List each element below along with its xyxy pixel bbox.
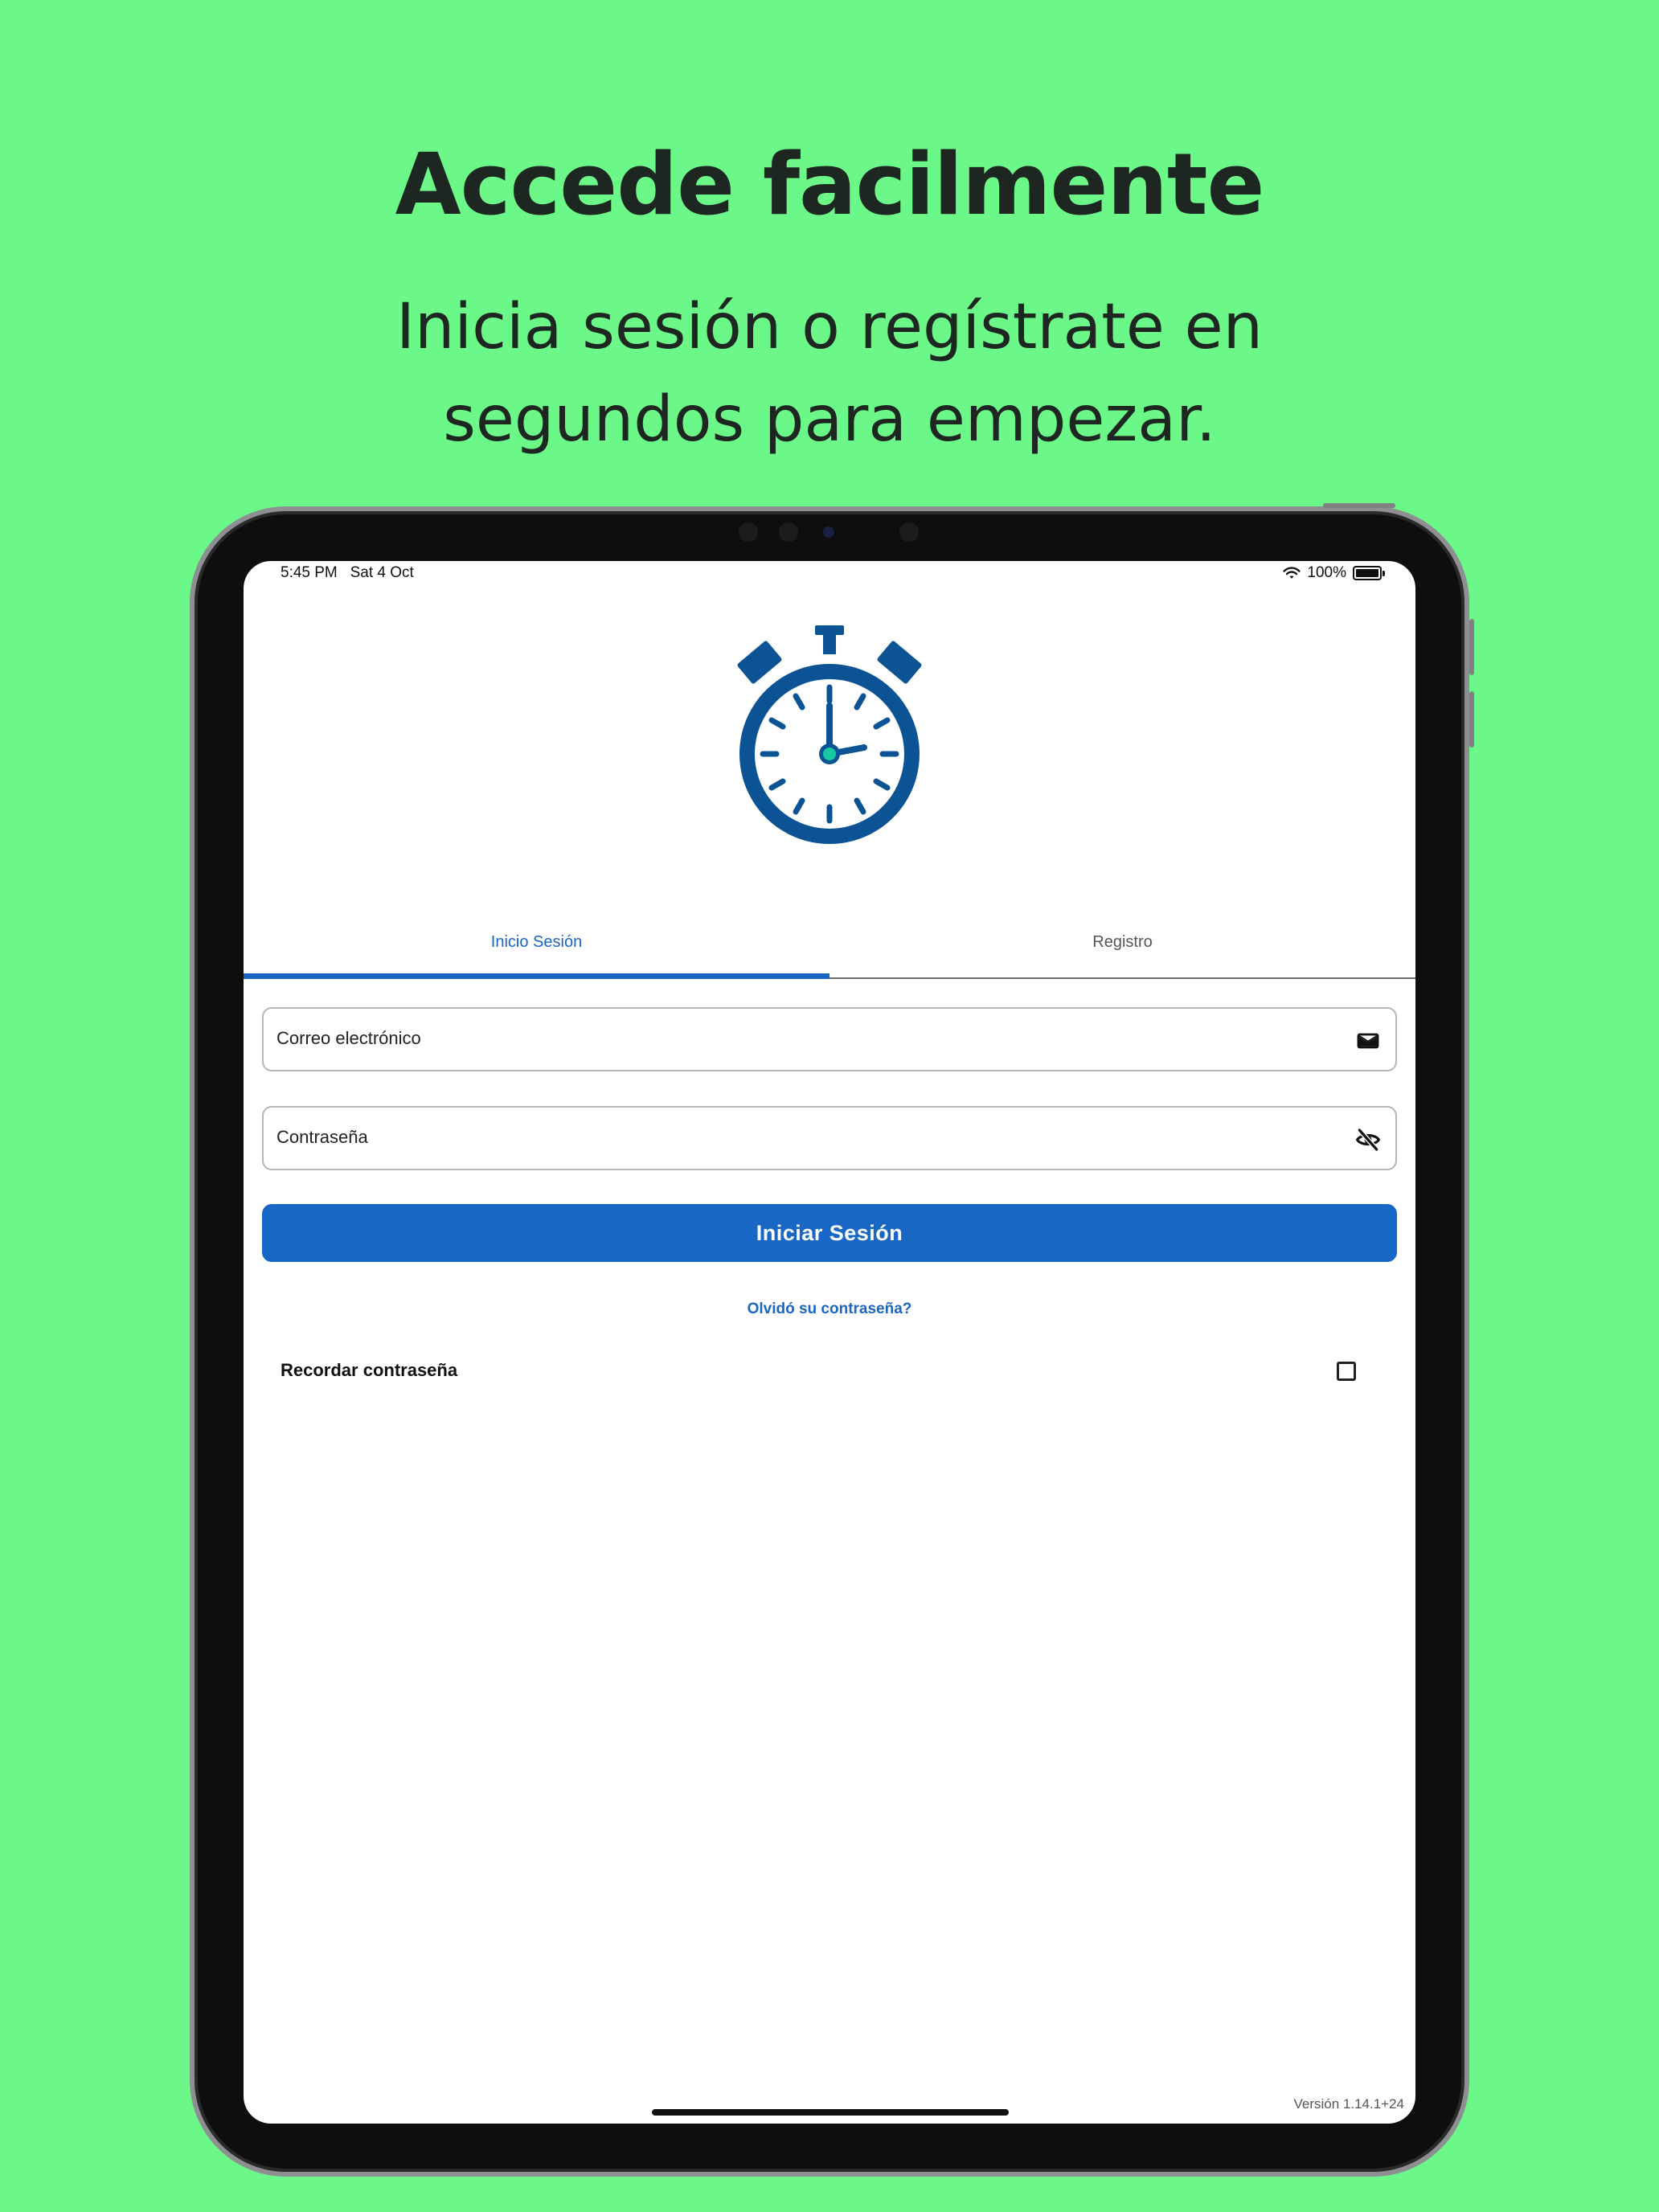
promo-headline: Accede facilmente	[395, 135, 1265, 234]
wifi-icon	[1283, 567, 1301, 579]
status-right: 100%	[1283, 564, 1385, 582]
tab-register[interactable]: Registro	[830, 907, 1415, 977]
home-indicator[interactable]	[652, 2109, 1009, 2116]
battery-percent: 100%	[1307, 564, 1346, 581]
login-button[interactable]: Iniciar Sesión	[262, 1204, 1397, 1262]
forgot-password-link[interactable]: Olvidó su contraseña?	[244, 1301, 1415, 1318]
sensor-dot	[779, 522, 798, 542]
password-field[interactable]: Contraseña	[262, 1106, 1397, 1170]
email-field-label: Correo electrónico	[276, 1028, 421, 1048]
status-date: Sat 4 Oct	[350, 564, 414, 581]
battery-icon	[1353, 566, 1385, 580]
promo-canvas: Accede facilmente Inicia sesión o regíst…	[0, 0, 1659, 2212]
sensor-dot	[899, 522, 919, 542]
sensor-dot	[739, 522, 758, 542]
mail-icon	[1357, 1033, 1379, 1049]
volume-up-button	[1469, 619, 1474, 675]
promo-subline: Inicia sesión o regístrate en segundos p…	[227, 281, 1432, 466]
stopwatch-icon	[737, 625, 922, 844]
volume-down-button	[1469, 691, 1474, 748]
promo-subline-line-2: segundos para empezar.	[443, 383, 1216, 456]
remember-password-label: Recordar contraseña	[281, 1360, 458, 1380]
app-screen: 5:45 PM Sat 4 Oct 100% Inicio Sesión Reg…	[244, 561, 1415, 2124]
auth-tabs: Inicio Sesión Registro	[244, 907, 1415, 979]
email-field[interactable]: Correo electrónico	[262, 1007, 1397, 1071]
front-camera	[823, 526, 834, 538]
status-left: 5:45 PM Sat 4 Oct	[281, 564, 414, 582]
promo-subline-line-1: Inicia sesión o regístrate en	[395, 291, 1264, 363]
status-time: 5:45 PM	[281, 564, 338, 581]
status-bar: 5:45 PM Sat 4 Oct 100%	[244, 561, 1415, 585]
eye-off-icon[interactable]	[1355, 1127, 1381, 1153]
tab-indicator	[244, 973, 830, 979]
top-button	[1323, 503, 1395, 508]
app-version: Versión 1.14.1+24	[1293, 2096, 1404, 2112]
tab-login[interactable]: Inicio Sesión	[244, 907, 830, 977]
remember-password-checkbox[interactable]	[1337, 1362, 1356, 1381]
password-field-label: Contraseña	[276, 1127, 368, 1147]
